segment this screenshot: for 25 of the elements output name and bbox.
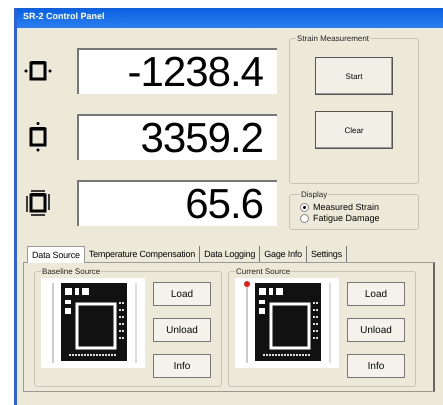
tab[interactable]: Data Logging (200, 246, 260, 262)
source-button[interactable]: Info (347, 354, 405, 378)
group-title: Current Source (235, 267, 292, 276)
readout-field: 65.6 (77, 180, 277, 226)
source-button[interactable]: Unload (153, 318, 211, 342)
source-button[interactable]: Info (153, 354, 211, 378)
radio-label[interactable]: Measured Strain (313, 202, 380, 212)
tab[interactable]: Data Source (27, 246, 85, 263)
radio-button[interactable] (300, 202, 309, 212)
radio-label[interactable]: Fatigue Damage (313, 213, 380, 223)
group-title: Baseline Source (41, 267, 102, 276)
action-button[interactable]: Start (315, 57, 393, 95)
window-title: SR-2 Control Panel (17, 8, 443, 28)
group-title: Display (300, 190, 328, 199)
tab[interactable]: Gage Info (260, 246, 307, 262)
source-button[interactable]: Load (347, 282, 405, 306)
action-button[interactable]: Clear (315, 111, 393, 149)
readout-field: 3359.2 (77, 114, 277, 160)
tab[interactable]: Settings (306, 246, 347, 262)
tab[interactable]: Temperature Compensation (84, 246, 200, 262)
group-title: Strain Measurement (296, 34, 370, 43)
source-button[interactable]: Unload (347, 318, 405, 342)
radio-button[interactable] (300, 214, 309, 222)
source-button[interactable]: Load (153, 282, 211, 306)
readout-field: -1238.4 (77, 48, 277, 94)
